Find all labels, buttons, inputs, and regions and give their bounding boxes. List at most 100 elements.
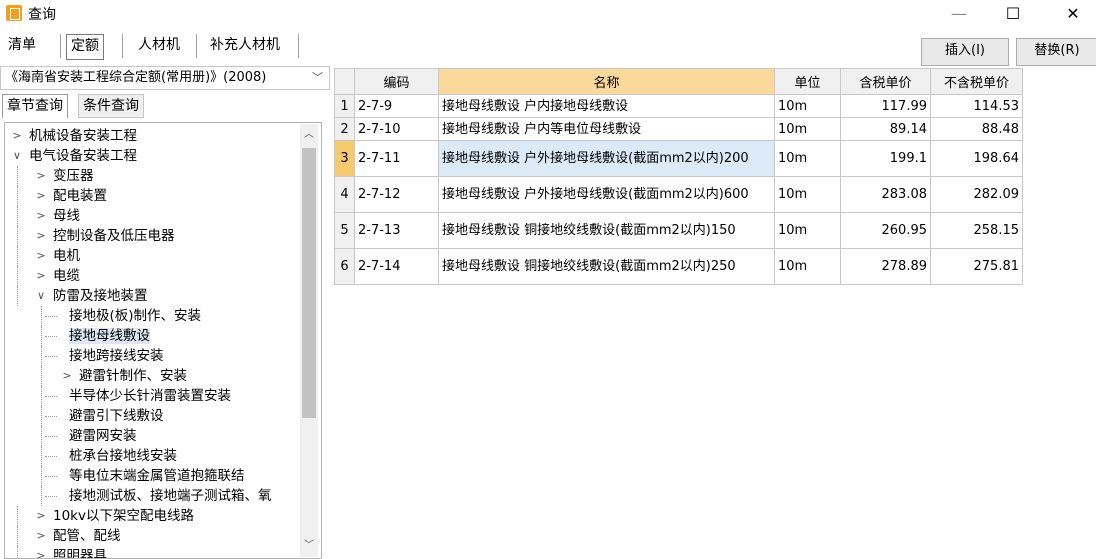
tree-item[interactable]: ∨ 电气设备安装工程: [11, 146, 137, 166]
chevron-right-icon[interactable]: >: [35, 266, 47, 286]
table-row[interactable]: 5 2-7-13 接地母线敷设 铜接地绞线敷设(截面mm2以内)150 10m 260.…: [334, 212, 1023, 249]
tree-item-label: 等电位末端金属管道抱箍联结: [69, 468, 245, 484]
tree-guide-line: [45, 336, 57, 337]
chevron-right-icon[interactable]: >: [35, 506, 47, 526]
tree-item-label: 半导体少长针消雷装置安装: [69, 388, 231, 404]
column-header-name[interactable]: 名称: [438, 68, 775, 95]
tree-item[interactable]: > 机械设备安装工程: [11, 126, 137, 146]
tree-item-label: 接地极(板)制作、安装: [69, 308, 202, 324]
column-header-code[interactable]: 编码: [354, 68, 439, 95]
cell-notax-price: 114.53: [930, 94, 1023, 118]
close-icon[interactable]: ✕: [1050, 0, 1096, 28]
tree-item[interactable]: > 避雷针制作、安装: [61, 366, 187, 386]
library-select[interactable]: 《海南省安装工程综合定额(常用册)》(2008) ﹀: [0, 66, 330, 90]
tree-item[interactable]: 桩承台接地线安装: [61, 446, 177, 466]
cell-tax-price: 117.99: [840, 94, 931, 118]
tab-chapter-query[interactable]: 章节查询: [2, 94, 68, 118]
tree-item[interactable]: >10kv以下架空配电线路: [35, 506, 194, 526]
tree-item-label: 电机: [53, 248, 80, 264]
insert-button[interactable]: 插入(I): [921, 38, 1009, 66]
cell-name: 接地母线敷设 户外接地母线敷设(截面mm2以内)200: [438, 140, 775, 177]
tab-rencaiji[interactable]: 人材机: [134, 34, 184, 58]
tree-item[interactable]: 避雷引下线敷设: [61, 406, 164, 426]
chevron-down-icon[interactable]: ∨: [11, 146, 23, 166]
tree-guide-line: [41, 486, 42, 506]
chevron-right-icon[interactable]: >: [35, 526, 47, 546]
column-header-tax-price[interactable]: 含税单价: [840, 68, 931, 95]
chevron-down-icon[interactable]: ∨: [35, 286, 47, 306]
tree-item[interactable]: > 变压器: [35, 166, 94, 186]
tree-item[interactable]: > 电缆: [35, 266, 80, 286]
tree-item[interactable]: > 照明器具: [35, 546, 107, 558]
chevron-right-icon[interactable]: >: [61, 366, 73, 386]
chevron-right-icon[interactable]: >: [35, 546, 47, 558]
tab-separator: [196, 34, 197, 58]
chevron-right-icon[interactable]: >: [35, 166, 47, 186]
tree-item[interactable]: 接地极(板)制作、安装: [61, 306, 201, 326]
cell-notax-price: 258.15: [930, 212, 1023, 249]
tree-guide-line: [45, 316, 57, 317]
chevron-right-icon[interactable]: >: [35, 206, 47, 226]
scroll-up-icon[interactable]: ︿: [300, 126, 318, 144]
row-index: 2: [334, 117, 355, 141]
tree-item[interactable]: 等电位末端金属管道抱箍联结: [61, 466, 245, 486]
tab-dinge[interactable]: 定额: [66, 34, 104, 60]
tree-item[interactable]: ∨ 防雷及接地装置: [35, 286, 148, 306]
chevron-right-icon[interactable]: >: [35, 186, 47, 206]
column-header-unit[interactable]: 单位: [774, 68, 841, 95]
chevron-right-icon[interactable]: >: [11, 126, 23, 146]
tree-guide-line: [17, 226, 18, 246]
tree-item[interactable]: > 控制设备及低压电器: [35, 226, 174, 246]
tree-item[interactable]: 接地跨接线安装: [61, 346, 164, 366]
cell-name: 接地母线敷设 户内接地母线敷设: [438, 94, 775, 118]
cell-code: 2-7-9: [354, 94, 439, 118]
chevron-right-icon[interactable]: >: [35, 246, 47, 266]
chevron-down-icon[interactable]: ﹀: [312, 67, 323, 89]
table-row[interactable]: 2 2-7-10 接地母线敷设 户内等电位母线敷设 10m 89.14 88.48: [334, 117, 1023, 141]
tab-condition-query[interactable]: 条件查询: [78, 94, 144, 118]
tree-item[interactable]: > 配管、配线: [35, 526, 120, 546]
table-header-row: 编码 名称 单位 含税单价 不含税单价: [334, 68, 1023, 95]
tree-item-label: 接地跨接线安装: [69, 348, 164, 364]
replace-button[interactable]: 替换(R): [1016, 38, 1096, 66]
cell-code: 2-7-13: [354, 212, 439, 249]
cell-name: 接地母线敷设 铜接地绞线敷设(截面mm2以内)150: [438, 212, 775, 249]
tree-item[interactable]: 半导体少长针消雷装置安装: [61, 386, 231, 406]
tree-guide-line: [41, 406, 42, 426]
cell-notax-price: 275.81: [930, 248, 1023, 285]
tree-scrollbar[interactable]: ︿ ﹀: [300, 124, 318, 557]
tab-buchong-rencaiji[interactable]: 补充人材机: [206, 34, 284, 58]
tree-item-label: 电气设备安装工程: [29, 148, 137, 164]
table-row[interactable]: 4 2-7-12 接地母线敷设 户外接地母线敷设(截面mm2以内)600 10m 283…: [334, 176, 1023, 213]
tree-item[interactable]: > 配电装置: [35, 186, 107, 206]
tree-item[interactable]: 接地母线敷设: [61, 326, 150, 346]
scroll-down-icon[interactable]: ﹀: [300, 537, 318, 555]
tree-item-label: 变压器: [53, 168, 94, 184]
cell-unit: 10m: [774, 140, 841, 177]
column-header-notax-price[interactable]: 不含税单价: [930, 68, 1023, 95]
maximize-icon[interactable]: ☐: [990, 0, 1036, 28]
cell-unit: 10m: [774, 117, 841, 141]
row-index: 6: [334, 248, 355, 285]
tree-guide-line: [45, 496, 57, 497]
tree-guide-line: [41, 346, 42, 366]
tree-item[interactable]: 避雷网安装: [61, 426, 137, 446]
minimize-icon[interactable]: —: [936, 0, 982, 28]
tree-item-label: 避雷引下线敷设: [69, 408, 164, 424]
tree-item[interactable]: 接地测试板、接地端子测试箱、氧: [61, 486, 272, 506]
window-title: 查询: [28, 7, 56, 23]
table-row[interactable]: 6 2-7-14 接地母线敷设 铜接地绞线敷设(截面mm2以内)250 10m 278.…: [334, 248, 1023, 285]
column-header-index[interactable]: [334, 68, 355, 95]
cell-code: 2-7-10: [354, 117, 439, 141]
table-row[interactable]: 3 2-7-11 接地母线敷设 户外接地母线敷设(截面mm2以内)200 10m 199…: [334, 140, 1023, 177]
tree-guide-line: [17, 246, 18, 266]
tree-item-label: 避雷针制作、安装: [79, 368, 187, 384]
chevron-right-icon[interactable]: >: [35, 226, 47, 246]
tab-qingdan[interactable]: 清单: [4, 34, 40, 58]
table-row[interactable]: 1 2-7-9 接地母线敷设 户内接地母线敷设 10m 117.99 114.53: [334, 94, 1023, 118]
tree-item-label: 电缆: [53, 268, 80, 284]
tree-item[interactable]: > 电机: [35, 246, 80, 266]
scroll-thumb[interactable]: [302, 148, 316, 418]
cell-name: 接地母线敷设 户外接地母线敷设(截面mm2以内)600: [438, 176, 775, 213]
tree-item[interactable]: > 母线: [35, 206, 80, 226]
